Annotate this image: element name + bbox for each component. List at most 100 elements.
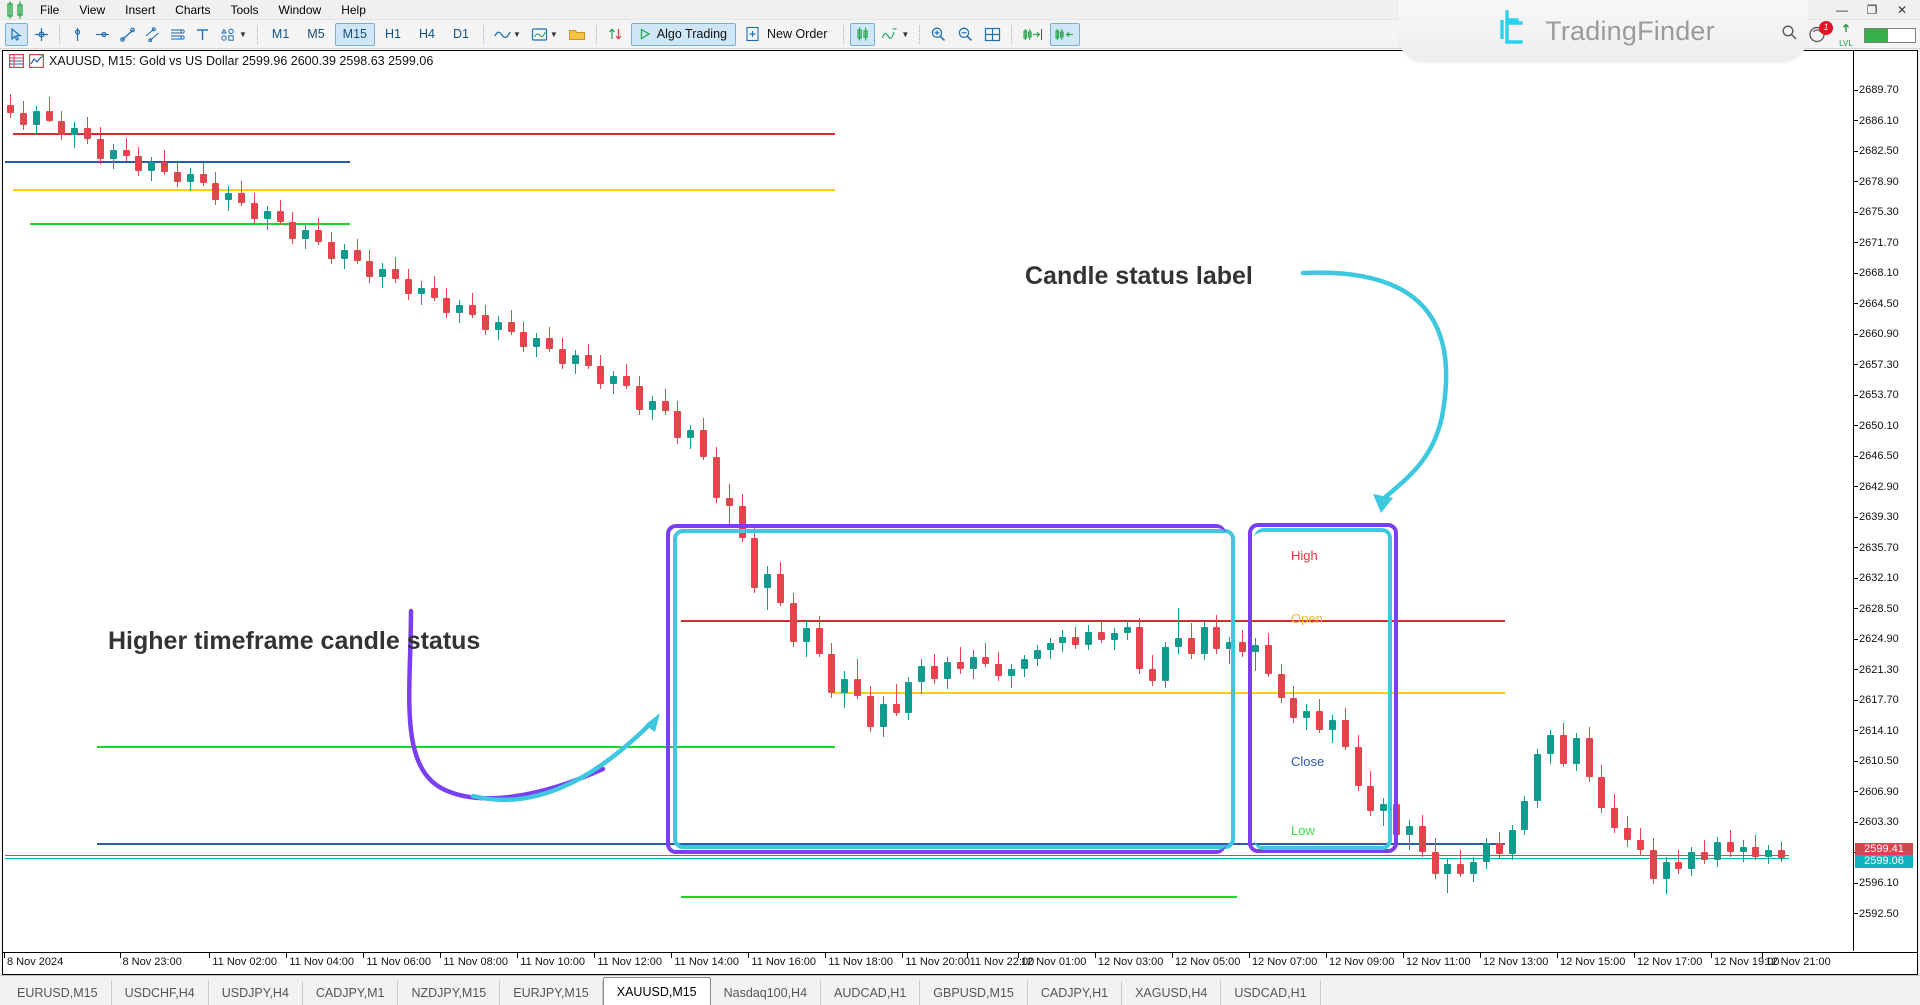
- horizontal-line-tool-icon[interactable]: [91, 23, 114, 46]
- candle-body: [405, 279, 412, 294]
- minimize-button[interactable]: —: [1828, 1, 1856, 19]
- candle-wick: [960, 647, 961, 674]
- candle-body: [1355, 747, 1362, 786]
- autoscroll-icon[interactable]: [603, 23, 628, 46]
- chart-tab-usdjpy-h4[interactable]: USDJPY,H4: [209, 981, 303, 1005]
- chevron-down-icon-2[interactable]: ▼: [513, 30, 521, 39]
- chart-tab-nasdaq100-h4[interactable]: Nasdaq100,H4: [711, 981, 821, 1005]
- zoom-in-icon[interactable]: [926, 23, 951, 46]
- menu-item-file[interactable]: File: [30, 1, 69, 19]
- candle: [1072, 51, 1079, 951]
- timeframe-m15[interactable]: M15: [335, 23, 375, 46]
- candle-body: [238, 193, 245, 203]
- candle: [431, 51, 438, 951]
- new-order-button[interactable]: New Order: [740, 23, 836, 46]
- fibonacci-tool-icon[interactable]: [166, 23, 189, 46]
- cursor-tool-icon[interactable]: [5, 23, 28, 46]
- chevron-down-icon-4[interactable]: ▼: [901, 30, 909, 39]
- grid-layout-icon[interactable]: [980, 23, 1005, 46]
- chevron-down-icon-3[interactable]: ▼: [550, 30, 558, 39]
- timeframe-m1[interactable]: M1: [264, 23, 297, 46]
- timeframe-d1[interactable]: D1: [445, 23, 477, 46]
- metatrader-logo-icon: [4, 1, 30, 19]
- candle: [58, 51, 65, 951]
- candle-body: [559, 349, 566, 364]
- crosshair-tool-icon[interactable]: [30, 23, 53, 46]
- vertical-line-tool-icon[interactable]: [66, 23, 89, 46]
- price-tick: 2671.70: [1854, 237, 1899, 249]
- candles-view-icon[interactable]: [850, 23, 875, 46]
- maximize-button[interactable]: ❐: [1858, 1, 1886, 19]
- menu-item-view[interactable]: View: [69, 1, 115, 19]
- indicator-icon[interactable]: [29, 54, 44, 68]
- menu-item-help[interactable]: Help: [331, 1, 376, 19]
- candle: [1098, 51, 1105, 951]
- line-chart-icon[interactable]: ▼: [490, 23, 525, 46]
- chart-tab-cadjpy-h1[interactable]: CADJPY,H1: [1028, 981, 1122, 1005]
- chart-tab-cadjpy-m1[interactable]: CADJPY,M1: [303, 981, 399, 1005]
- chart-tab-usdchf-h4[interactable]: USDCHF,H4: [112, 981, 209, 1005]
- candle: [726, 51, 733, 951]
- menu-item-charts[interactable]: Charts: [165, 1, 220, 19]
- candle-body: [546, 338, 553, 348]
- timeframe-m5[interactable]: M5: [299, 23, 332, 46]
- notifications-icon[interactable]: 1: [1808, 25, 1828, 45]
- time-tick: 12 Nov 17:00: [1637, 956, 1702, 968]
- menu-item-window[interactable]: Window: [269, 1, 332, 19]
- chart-tab-gbpusd-m15[interactable]: GBPUSD,M15: [920, 981, 1028, 1005]
- algo-trading-button[interactable]: Algo Trading: [631, 23, 736, 46]
- candle-body: [1752, 847, 1759, 857]
- timeframe-h4[interactable]: H4: [411, 23, 443, 46]
- candle-wick: [1255, 638, 1256, 670]
- candle-body: [1034, 650, 1041, 658]
- candle: [33, 51, 40, 951]
- chart-tab-usdcad-h1[interactable]: USDCAD,H1: [1221, 981, 1320, 1005]
- shift-left-icon[interactable]: [1050, 23, 1080, 46]
- candle: [520, 51, 527, 951]
- candle-body: [148, 162, 155, 170]
- time-tick: 8 Nov 23:00: [123, 956, 182, 968]
- chart-tab-xauusd-m15[interactable]: XAUUSD,M15: [603, 977, 711, 1005]
- candle: [636, 51, 643, 951]
- chart-tab-nzdjpy-m15[interactable]: NZDJPY,M15: [398, 981, 500, 1005]
- candle-body: [328, 242, 335, 259]
- time-tick: 11 Nov 14:00: [674, 956, 739, 968]
- candle-body: [610, 376, 617, 384]
- candle: [572, 51, 579, 951]
- zoom-out-icon[interactable]: [953, 23, 978, 46]
- data-window-icon[interactable]: [9, 54, 24, 68]
- indicators-icon[interactable]: ▼: [877, 23, 913, 46]
- chart-tab-eurjpy-m15[interactable]: EURJPY,M15: [500, 981, 603, 1005]
- timeframe-h1[interactable]: H1: [377, 23, 409, 46]
- candle-body: [264, 211, 271, 219]
- templates-icon[interactable]: ▼: [527, 23, 562, 46]
- search-icon[interactable]: [1781, 24, 1798, 46]
- candle: [880, 51, 887, 951]
- price-tick: 2628.50: [1854, 603, 1899, 615]
- channel-tool-icon[interactable]: [141, 23, 164, 46]
- trendline-tool-icon[interactable]: [116, 23, 139, 46]
- time-tick: 11 Nov 02:00: [212, 956, 277, 968]
- chart-tab-xagusd-h4[interactable]: XAGUSD,H4: [1122, 981, 1221, 1005]
- candle-body: [828, 654, 835, 693]
- time-axis[interactable]: 8 Nov 20248 Nov 23:0011 Nov 02:0011 Nov …: [3, 952, 1918, 974]
- candle: [546, 51, 553, 951]
- price-axis[interactable]: 2689.702686.102682.502678.902675.302671.…: [1853, 51, 1917, 951]
- open-folder-icon[interactable]: [564, 23, 590, 46]
- candle: [713, 51, 720, 951]
- chart-tab-audcad-h1[interactable]: AUDCAD,H1: [821, 981, 920, 1005]
- close-button[interactable]: ✕: [1888, 1, 1916, 19]
- menu-item-tools[interactable]: Tools: [221, 1, 269, 19]
- menu-item-insert[interactable]: Insert: [115, 1, 165, 19]
- candle: [1432, 51, 1439, 951]
- price-plot-area[interactable]: [5, 51, 1853, 951]
- shapes-tool-icon[interactable]: ▼: [216, 23, 251, 46]
- chart-tab-bar[interactable]: EURUSD,M15USDCHF,H4USDJPY,H4CADJPY,M1NZD…: [0, 975, 1920, 1005]
- candle-body: [71, 128, 78, 135]
- chart-tab-eurusd-m15[interactable]: EURUSD,M15: [4, 981, 112, 1005]
- chart-canvas[interactable]: XAUUSD, M15: Gold vs US Dollar 2599.96 2…: [2, 50, 1918, 975]
- candle: [982, 51, 989, 951]
- chevron-down-icon[interactable]: ▼: [239, 30, 247, 39]
- shift-right-icon[interactable]: [1018, 23, 1048, 46]
- text-tool-icon[interactable]: [191, 23, 214, 46]
